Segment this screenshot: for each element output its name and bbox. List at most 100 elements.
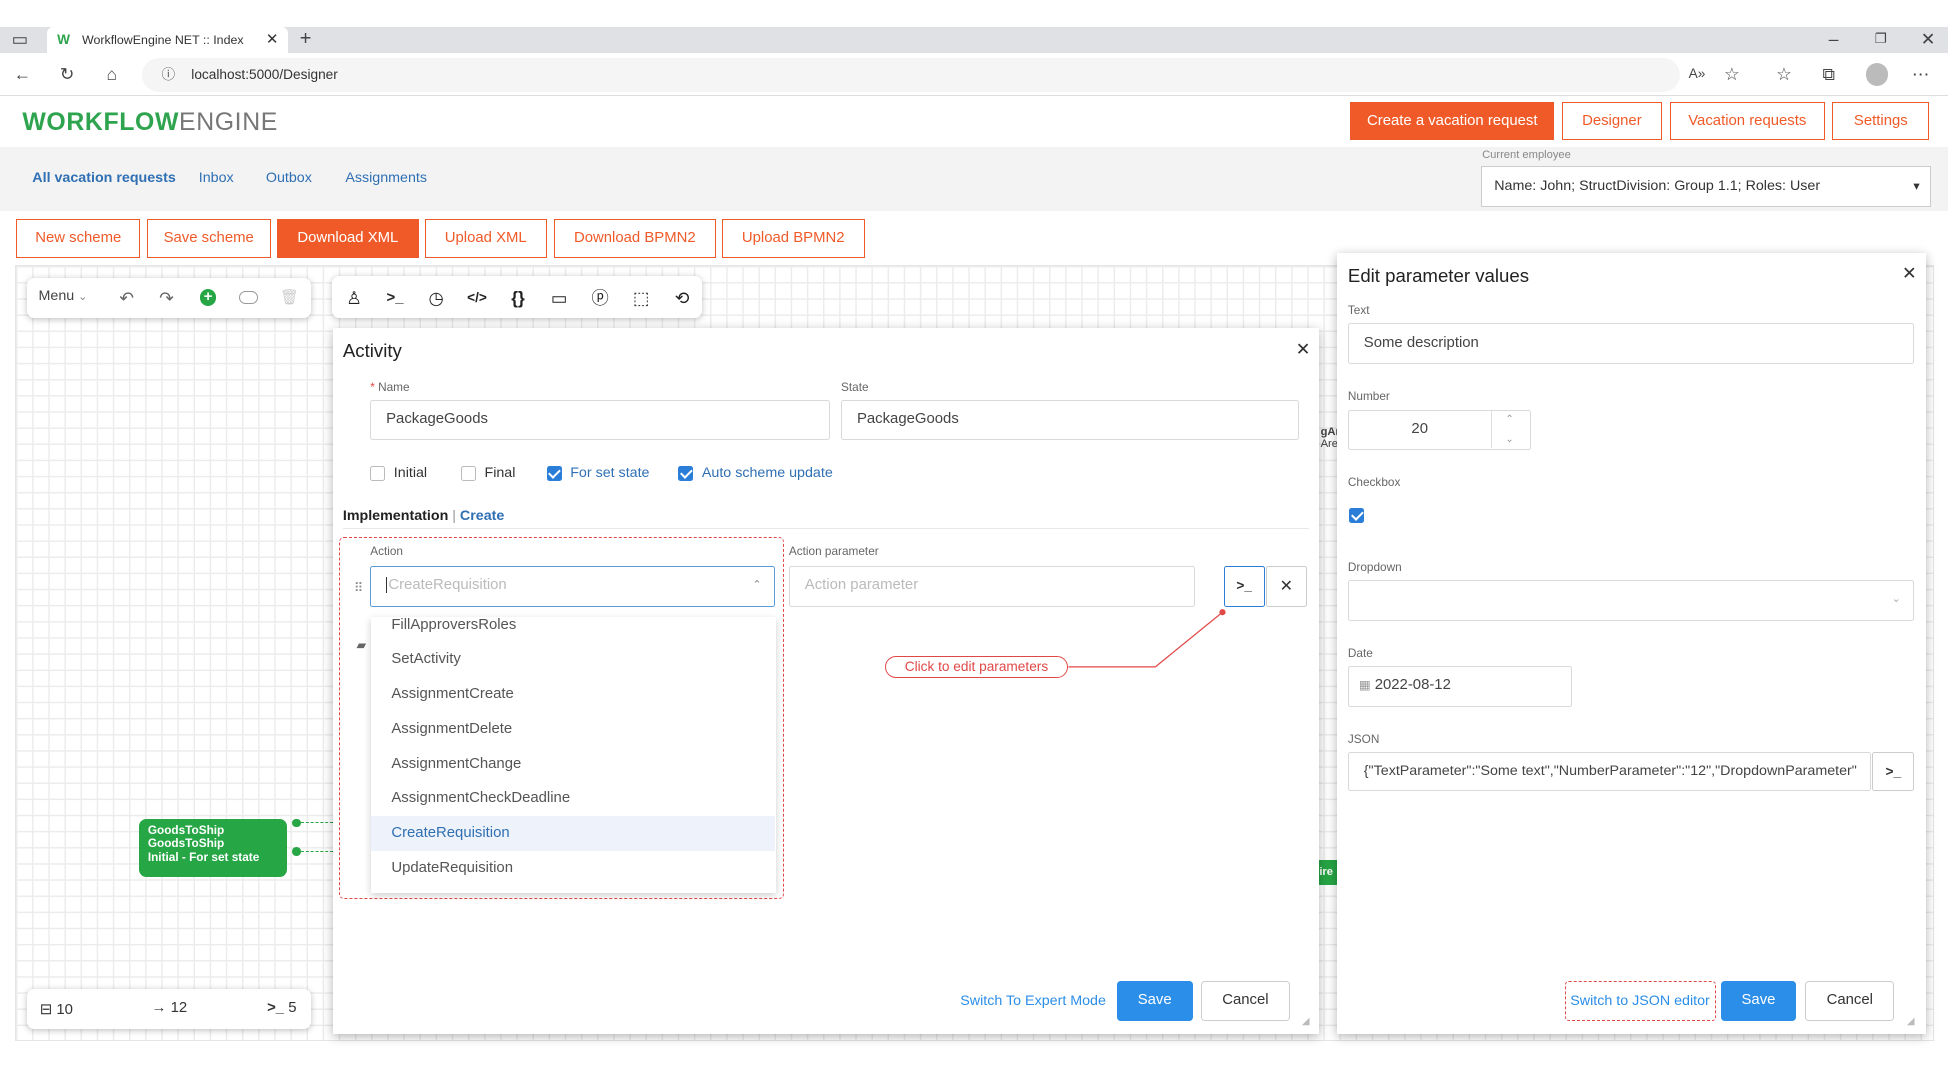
download-bpmn2-button[interactable]: Download BPMN2 (554, 218, 716, 259)
url-field[interactable]: ⓘ localhost:5000/Designer (141, 58, 1680, 92)
trash-icon[interactable]: 🗑 (276, 286, 303, 311)
designer-button[interactable]: Designer (1561, 101, 1663, 141)
dropdown-option[interactable]: AssignmentDelete (371, 712, 775, 747)
upload-bpmn2-button[interactable]: Upload BPMN2 (721, 218, 865, 259)
site-info-icon[interactable]: ⓘ (161, 58, 175, 92)
dropdown-param-select[interactable]: ⌄ (1347, 580, 1915, 622)
add-activity-icon[interactable]: + (200, 289, 217, 306)
collections-icon[interactable]: ⧉ (1816, 62, 1841, 87)
read-aloud-icon[interactable]: A» (1685, 62, 1710, 87)
node-port[interactable] (291, 847, 301, 856)
add-favorite-icon[interactable]: ☆ (1719, 62, 1744, 87)
restore-icon[interactable]: ❐ (1868, 27, 1893, 52)
close-icon[interactable]: ✕ (1902, 263, 1917, 284)
edit-parameters-button[interactable]: >_ (1223, 566, 1265, 608)
chevron-down-icon[interactable]: ⌄ (1505, 421, 1513, 458)
implementation-heading: Implementation | Create (342, 508, 505, 525)
auto-scheme-update-checkbox[interactable] (678, 465, 694, 481)
resize-handle-icon[interactable]: ◢ (1302, 1016, 1310, 1027)
node-port[interactable] (291, 818, 301, 828)
process-parameter-icon[interactable]: ⓟ (586, 286, 613, 311)
switch-expert-mode-link[interactable]: Switch To Expert Mode (960, 993, 1106, 1009)
for-set-state-checkbox[interactable] (546, 465, 562, 481)
activity-node-goodstoship[interactable]: GoodsToShip GoodsToShip Initial - For se… (139, 818, 287, 878)
node-name: GoodsToShip (147, 822, 225, 837)
minimize-icon[interactable]: – (1821, 27, 1846, 52)
app-logo[interactable]: WORKFLOWENGINE (22, 109, 278, 137)
json-param-label: JSON (1347, 731, 1380, 746)
dropdown-option-selected[interactable]: CreateRequisition (371, 816, 776, 851)
reload-icon[interactable]: ↻ (55, 62, 80, 87)
history-icon[interactable]: ⟲ (668, 286, 695, 311)
state-input[interactable]: PackageGoods (841, 400, 1300, 440)
workflow-favicon-icon: W (57, 32, 71, 48)
tab-actions-icon[interactable]: ▭ (7, 27, 32, 52)
command-icon[interactable]: >_ (381, 286, 408, 311)
params-save-button[interactable]: Save (1720, 981, 1797, 1022)
code-icon[interactable]: </> (463, 286, 490, 311)
drag-handle-icon[interactable]: ⠿ (354, 580, 363, 595)
checkbox-param[interactable] (1349, 508, 1365, 523)
dropdown-option[interactable]: AssignmentCreate (371, 677, 775, 712)
date-param-input[interactable]: ▦ 2022-08-12 (1347, 665, 1572, 707)
remove-action-button[interactable]: ✕ (1265, 566, 1307, 608)
dropdown-option[interactable]: FillApproversRoles (371, 609, 775, 639)
comment-icon[interactable]: ▭ (545, 286, 572, 311)
close-window-icon[interactable]: ✕ (1916, 27, 1941, 52)
number-param-input[interactable]: 20 ⌃ ⌄ (1347, 409, 1531, 450)
nav-inbox[interactable]: Inbox (199, 170, 234, 186)
create-vacation-request-button[interactable]: Create a vacation request (1350, 101, 1555, 141)
text-param-input[interactable]: Some description (1347, 322, 1915, 364)
upload-xml-button[interactable]: Upload XML (424, 218, 547, 259)
close-tab-icon[interactable]: ✕ (266, 27, 278, 53)
more-menu-icon[interactable]: ⋯ (1908, 62, 1933, 87)
action-select[interactable]: CreateRequisition ⌃ (370, 566, 776, 608)
home-icon[interactable]: ⌂ (99, 62, 124, 87)
redo-icon[interactable]: ↷ (153, 286, 180, 311)
select-area-icon[interactable]: ⬚ (627, 286, 654, 311)
json-param-input[interactable]: {"TextParameter":"Some text","NumberPara… (1347, 751, 1871, 792)
activity-save-button[interactable]: Save (1116, 981, 1193, 1022)
name-input[interactable]: PackageGoods (370, 400, 830, 440)
menu-dropdown[interactable]: Menu ⌄ (39, 288, 88, 304)
action-parameter-input[interactable]: Action parameter (788, 566, 1196, 608)
nav-outbox[interactable]: Outbox (266, 170, 312, 186)
resize-handle-icon[interactable]: ◢ (1907, 1016, 1915, 1027)
callout-connector (1068, 609, 1226, 668)
toggle-icon[interactable] (238, 290, 259, 305)
close-icon[interactable]: ✕ (1296, 339, 1311, 360)
name-label-text: Name (378, 380, 410, 395)
vacation-requests-button[interactable]: Vacation requests (1669, 101, 1825, 141)
new-tab-icon[interactable]: + (293, 27, 318, 52)
comment-icon[interactable]: ▰ (357, 637, 367, 652)
new-scheme-button[interactable]: New scheme (16, 218, 141, 259)
download-xml-button[interactable]: Download XML (277, 218, 419, 259)
dropdown-option[interactable]: SetActivity (371, 642, 775, 677)
create-link[interactable]: Create (460, 508, 504, 524)
employee-select[interactable]: Name: John; StructDivision: Group 1.1; R… (1480, 166, 1931, 208)
chevron-down-icon: ⌄ (78, 291, 88, 304)
save-scheme-button[interactable]: Save scheme (146, 218, 271, 259)
dropdown-option[interactable]: AssignmentChange (371, 747, 775, 782)
activity-cancel-button[interactable]: Cancel (1201, 981, 1290, 1022)
favorites-icon[interactable]: ☆ (1772, 62, 1797, 87)
json-editor-button[interactable]: >_ (1872, 751, 1915, 792)
dropdown-option[interactable]: UpdateRequisition (371, 851, 775, 886)
parameters-icon[interactable]: {} (504, 286, 531, 311)
undo-icon[interactable]: ↶ (113, 286, 140, 311)
actor-icon[interactable]: ♙ (340, 286, 367, 311)
profile-avatar[interactable] (1865, 63, 1889, 86)
logo-bold-text: WORKFLOW (22, 109, 180, 137)
params-cancel-button[interactable]: Cancel (1805, 981, 1895, 1022)
nav-all-vacation-requests[interactable]: All vacation requests (32, 170, 176, 186)
timer-icon[interactable]: ◷ (422, 286, 449, 311)
settings-button[interactable]: Settings (1832, 101, 1930, 141)
switch-json-editor-link[interactable]: Switch to JSON editor (1570, 993, 1710, 1009)
browser-tab[interactable]: W WorkflowEngine NET :: Index ✕ (47, 27, 289, 54)
transition-line (300, 850, 333, 852)
final-checkbox[interactable] (460, 465, 476, 481)
initial-checkbox[interactable] (370, 465, 386, 481)
back-icon[interactable]: ← (10, 62, 35, 87)
nav-assignments[interactable]: Assignments (345, 170, 427, 186)
dropdown-option[interactable]: AssignmentCheckDeadline (371, 781, 775, 816)
